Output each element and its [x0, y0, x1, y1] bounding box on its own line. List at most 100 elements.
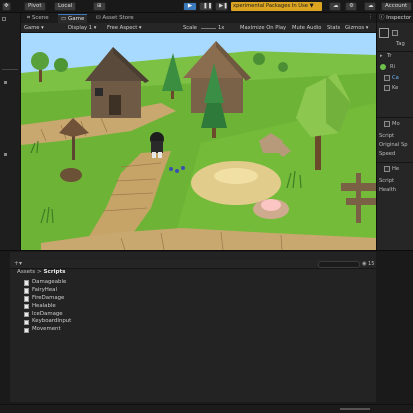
- breadcrumb-scripts[interactable]: Scripts: [43, 269, 65, 275]
- display-dropdown[interactable]: Display 1 ▾: [68, 24, 96, 32]
- script-file[interactable]: FairyHeal: [24, 287, 71, 295]
- component-rigidbody[interactable]: Ri: [390, 64, 395, 70]
- mute-audio-toggle[interactable]: Mute Audio: [292, 24, 321, 32]
- field-script-label: Script: [379, 133, 395, 139]
- tab-scene[interactable]: ⌗ Scene: [24, 14, 52, 23]
- component-transform[interactable]: Tr: [387, 53, 392, 59]
- fairy-heal-effect: [253, 199, 289, 219]
- fold-arrow-icon[interactable]: ▸: [380, 53, 383, 59]
- experimental-packages-warning[interactable]: xperimental Packages In Use ▼: [231, 2, 322, 11]
- project-search-input[interactable]: [318, 261, 360, 268]
- pause-button[interactable]: ❚❚: [199, 2, 213, 11]
- inspector-divider: [377, 162, 413, 163]
- grid-snap-button[interactable]: ⊞: [93, 2, 106, 11]
- scale-label: Scale: [183, 25, 197, 31]
- pivot-toggle[interactable]: Pivot: [24, 2, 46, 11]
- breadcrumb-separator: >: [37, 269, 42, 275]
- asset-count-badge: 15: [368, 261, 375, 267]
- breadcrumb-assets[interactable]: Assets: [17, 269, 35, 275]
- script-file[interactable]: KeyboardInput: [24, 318, 71, 326]
- hierarchy-divider: [2, 69, 18, 70]
- tool-handle-icon[interactable]: ✥: [2, 2, 11, 11]
- account-label: Account: [385, 3, 408, 9]
- rigidbody-icon: [380, 64, 386, 70]
- scale-value: 1x: [218, 25, 225, 31]
- keyboard-checkbox[interactable]: [384, 85, 390, 91]
- component-collider[interactable]: Ca: [392, 75, 399, 81]
- script-file[interactable]: Healable: [24, 303, 71, 311]
- tab-game-label: Game: [67, 16, 85, 22]
- script-file-name: Damageable: [32, 279, 67, 285]
- script-file-name: IceDamage: [32, 310, 63, 317]
- game-mode-dropdown[interactable]: Game ▾: [24, 24, 44, 32]
- script-file-list: Damageable FairyHeal FireDamage Healable…: [24, 279, 71, 334]
- hierarchy-fold-icon[interactable]: [2, 17, 6, 21]
- tab-menu-icon[interactable]: ⋮: [368, 14, 374, 20]
- inspector-divider: [377, 117, 413, 118]
- field-script-label-2: Script: [379, 178, 395, 184]
- tab-asset-store[interactable]: ⛁ Asset Store: [93, 14, 137, 23]
- movement-checkbox[interactable]: [384, 121, 390, 127]
- component-health[interactable]: He: [392, 166, 399, 172]
- csharp-script-icon: [24, 280, 29, 286]
- hierarchy-panel-collapsed[interactable]: [0, 13, 21, 250]
- tab-game[interactable]: ▭ Game: [58, 14, 88, 23]
- component-movement[interactable]: Mo: [392, 121, 400, 127]
- gameobject-cube-icon: [379, 28, 389, 38]
- tab-scene-label: Scene: [31, 15, 49, 21]
- csharp-script-icon: [24, 288, 29, 294]
- game-view-controls: Game ▾ Display 1 ▾ Free Aspect ▾ Scale 1…: [21, 23, 376, 33]
- maximize-on-play-toggle[interactable]: Maximize On Play: [240, 24, 286, 32]
- icon-size-slider[interactable]: [340, 408, 370, 410]
- csharp-script-icon: [24, 304, 29, 310]
- hierarchy-item-marker: [4, 81, 7, 84]
- collider-checkbox[interactable]: [384, 75, 390, 81]
- local-label: Local: [58, 3, 73, 9]
- status-bar: [0, 404, 413, 413]
- field-original-speed-label: Original Sp: [379, 142, 408, 148]
- script-file-name: KeyboardInput: [32, 318, 72, 325]
- play-button[interactable]: ▶: [183, 2, 197, 11]
- inspector-divider: [377, 51, 413, 52]
- create-menu-icon[interactable]: +▾: [14, 260, 22, 267]
- csharp-script-icon: [24, 296, 29, 302]
- script-file[interactable]: Movement: [24, 326, 71, 334]
- field-health-label: Health: [379, 187, 397, 193]
- account-dropdown[interactable]: Account: [381, 2, 412, 11]
- aspect-label: Free Aspect: [107, 25, 138, 31]
- gizmos-dropdown[interactable]: Gizmos ▾: [345, 24, 368, 32]
- script-file[interactable]: Damageable: [24, 279, 71, 287]
- script-file-name: Healable: [32, 302, 56, 309]
- component-keyboard[interactable]: Ke: [392, 85, 398, 91]
- pivot-label: Pivot: [28, 3, 42, 9]
- game-mode-label: Game: [24, 25, 40, 31]
- script-file-name: Movement: [32, 326, 61, 333]
- aspect-dropdown[interactable]: Free Aspect ▾: [107, 24, 142, 32]
- sand-light: [214, 168, 258, 184]
- step-button[interactable]: ▶❚: [215, 2, 228, 11]
- hierarchy-item-marker: [4, 153, 7, 156]
- local-toggle[interactable]: Local: [54, 2, 77, 11]
- settings-gear-icon[interactable]: ⚙: [345, 2, 357, 11]
- script-file[interactable]: IceDamage: [24, 311, 71, 319]
- view-tab-bar: ⌗ Scene ▭ Game ⛁ Asset Store ⋮: [21, 13, 376, 23]
- visibility-icon[interactable]: ◉: [362, 261, 367, 267]
- tag-label: Tag: [396, 41, 405, 47]
- script-file[interactable]: FireDamage: [24, 295, 71, 303]
- csharp-script-icon: [24, 311, 29, 318]
- game-viewport[interactable]: [21, 33, 376, 250]
- script-file-name: FairyHeal: [32, 286, 57, 293]
- field-speed-label: Speed: [379, 151, 396, 157]
- active-checkbox[interactable]: [392, 30, 398, 36]
- inspector-tab[interactable]: ⓘ Inspector: [377, 13, 413, 23]
- healable-checkbox[interactable]: [384, 166, 390, 172]
- barrel: [60, 168, 82, 182]
- cloud-services-icon[interactable]: ☁: [364, 2, 376, 11]
- tab-asset-store-label: Asset Store: [102, 15, 134, 21]
- collab-cloud-icon[interactable]: ☁: [329, 2, 341, 11]
- scale-slider[interactable]: [201, 28, 216, 29]
- csharp-script-icon: [24, 327, 29, 334]
- display-label: Display 1: [68, 25, 93, 31]
- main-toolbar: ✥ Pivot Local ⊞ ▶ ❚❚ ▶❚ xperimental Pack…: [0, 0, 413, 13]
- stats-toggle[interactable]: Stats: [327, 24, 340, 32]
